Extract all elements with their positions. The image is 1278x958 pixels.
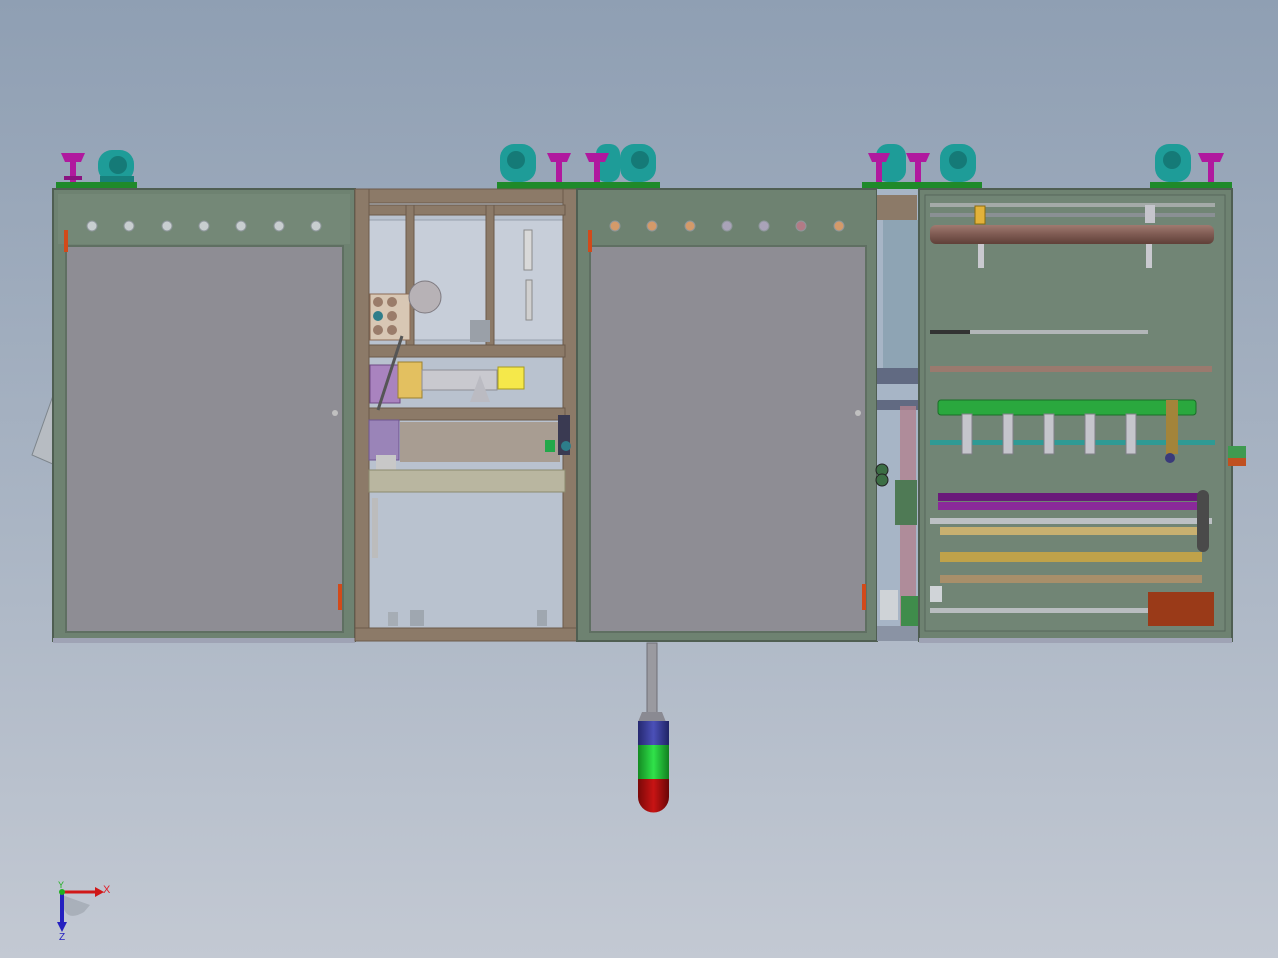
base-rail <box>53 638 355 643</box>
caster-teal <box>620 144 656 182</box>
triad-x-label: X <box>103 884 111 896</box>
caster-teal <box>98 150 134 182</box>
main-roller <box>930 225 1214 244</box>
caster-teal <box>500 144 536 182</box>
guide-rail <box>930 203 1215 207</box>
middle-right-module[interactable] <box>576 188 878 642</box>
cad-viewport[interactable]: X Y Z <box>0 0 1278 958</box>
base-rail <box>919 638 1232 643</box>
caster-base-plate <box>862 182 982 189</box>
caster-base-plate <box>1150 182 1232 189</box>
caster-teal <box>940 144 976 182</box>
gap-section <box>875 189 919 641</box>
door-hinge <box>862 584 866 610</box>
slider-block <box>1145 205 1155 223</box>
casters <box>56 144 1232 189</box>
slider-block <box>974 205 986 225</box>
door-handle[interactable] <box>332 410 338 416</box>
signal-light-red <box>638 779 669 813</box>
door-hinge <box>64 230 68 252</box>
caster-magenta <box>906 153 930 182</box>
triad-y-label: Y <box>58 880 64 890</box>
caster-magenta <box>1198 153 1224 182</box>
left-top-rail <box>58 194 350 244</box>
signal-light-green <box>638 745 669 779</box>
signal-light-blue <box>638 721 669 745</box>
left-module[interactable] <box>31 188 356 643</box>
caster-magenta <box>61 153 85 182</box>
lower-mechanism <box>368 415 571 493</box>
side-bracket <box>1228 458 1246 466</box>
door-hinge <box>588 230 592 252</box>
triad-z-label: Z <box>59 932 65 943</box>
center-frame-module[interactable] <box>354 188 578 642</box>
caster-magenta <box>547 153 571 182</box>
door-handle[interactable] <box>855 410 861 416</box>
caster-base-plate <box>497 182 660 189</box>
caster-teal <box>1155 144 1191 182</box>
right-module[interactable] <box>918 188 1246 643</box>
signal-tower[interactable] <box>638 642 669 813</box>
signal-tower-pole <box>646 642 658 714</box>
guide-rod <box>930 366 1212 372</box>
coordinate-triad-icon[interactable]: X Y Z <box>57 880 111 943</box>
left-door[interactable] <box>65 245 344 633</box>
side-bracket <box>31 389 56 466</box>
caster-base-plate <box>56 182 137 189</box>
middle-door[interactable] <box>589 245 867 633</box>
door-hinge <box>338 584 342 610</box>
guide-rail <box>930 213 1215 217</box>
